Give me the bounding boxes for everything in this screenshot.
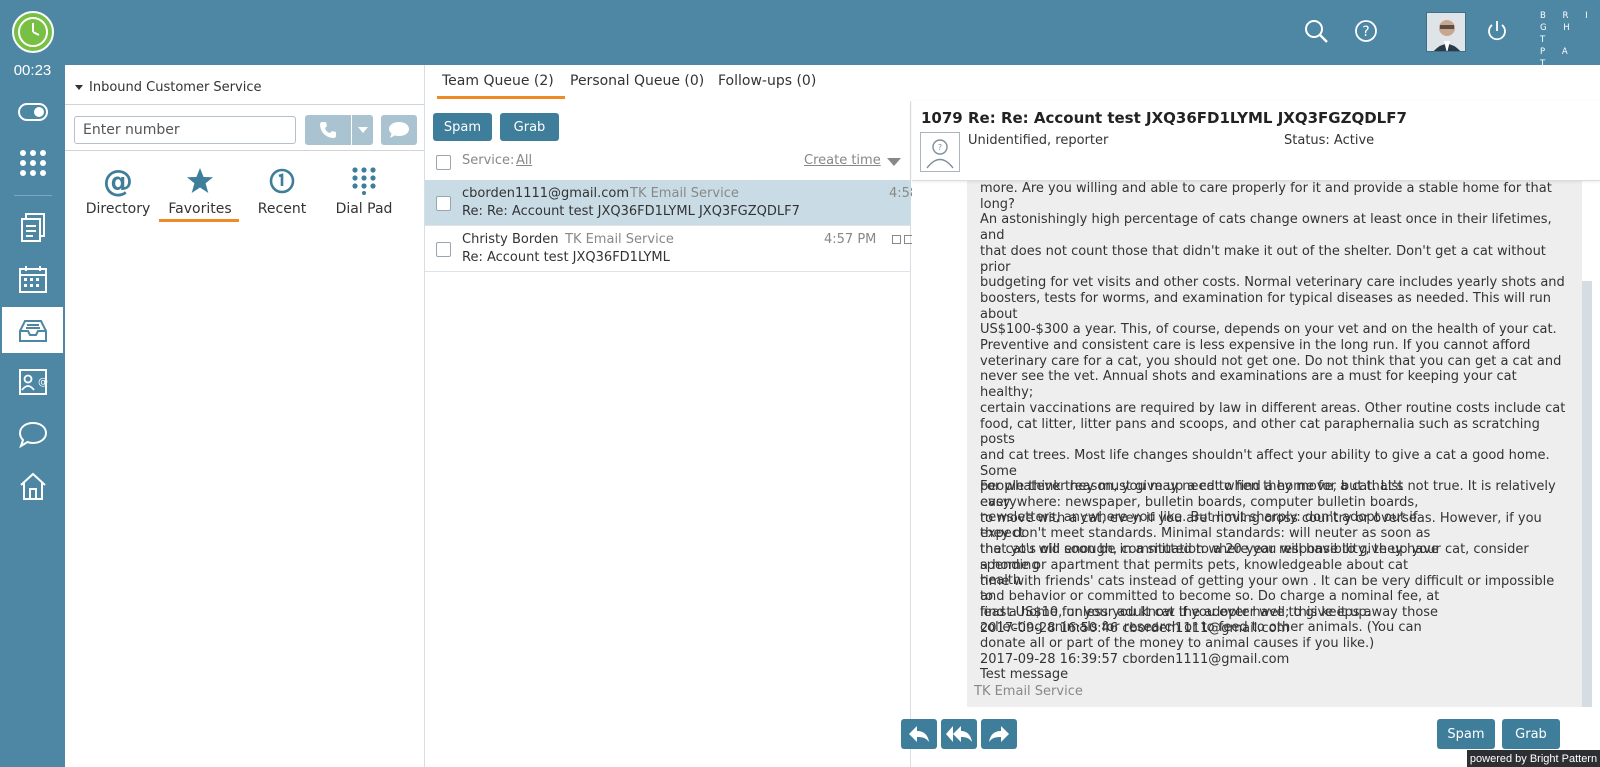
grab-button[interactable]: Grab [500, 113, 559, 141]
svg-text:@: @ [38, 377, 48, 388]
row-time: 4:57 PM [824, 232, 877, 247]
home-icon[interactable] [2, 463, 63, 509]
directory-panel: Inbound Customer Service @ Directory Fav… [65, 65, 425, 767]
detail-grab-button[interactable]: Grab [1502, 719, 1560, 749]
svg-text:?: ? [1362, 24, 1369, 40]
reports-icon[interactable] [2, 205, 63, 251]
help-icon[interactable]: ? [1349, 14, 1383, 48]
brand-line: B R I [1540, 11, 1595, 21]
scrollbar[interactable] [1582, 281, 1592, 707]
message-body: more. Are you willing and able to care p… [967, 181, 1582, 707]
reply-button[interactable] [901, 719, 937, 749]
recent-icon [237, 165, 327, 197]
row-from: Christy Borden [462, 232, 559, 247]
reply-icon [909, 726, 929, 742]
service-filter-label: Service: [462, 153, 515, 168]
tab-follow-ups[interactable]: Follow-ups (0) [718, 73, 816, 89]
svg-text:?: ? [938, 143, 942, 152]
calendar-icon[interactable] [2, 256, 63, 302]
brand-line: G H T [1540, 23, 1577, 45]
chevron-down-icon [357, 127, 368, 133]
power-icon[interactable] [1480, 14, 1514, 48]
select-all-checkbox[interactable] [436, 155, 451, 170]
service-signature: TK Email Service [974, 684, 1083, 699]
clock-icon[interactable] [12, 11, 54, 53]
row-subject: Re: Re: Account test JXQ36FD1LYML JXQ3FG… [462, 204, 800, 219]
start-chat-button[interactable] [381, 115, 417, 145]
detail-spam-button[interactable]: Spam [1437, 719, 1495, 749]
service-name: Inbound Customer Service [89, 79, 262, 95]
row-service: TK Email Service [565, 232, 674, 247]
detail-subject: Re: Re: Account test JXQ36FD1LYML JXQ3FG… [968, 109, 1407, 127]
caret-down-icon [75, 84, 83, 90]
reply-all-icon [946, 726, 972, 742]
list-item[interactable]: cborden1111@gmail.com TK Email Service 4… [425, 180, 918, 226]
inbox-icon[interactable] [2, 307, 63, 353]
row-service: TK Email Service [630, 186, 739, 201]
case-number: 1079 [921, 109, 963, 127]
queue-list-panel: Spam Grab Service: All Create time cbord… [425, 101, 918, 767]
search-icon[interactable] [1299, 14, 1333, 48]
reporter-name: Unidentified, reporter [968, 133, 1109, 148]
unknown-contact-icon[interactable]: ? [920, 132, 960, 172]
message-text: For whatever reason, you may need to fin… [980, 479, 1440, 683]
row-subject: Re: Account test JXQ36FD1LYML [462, 250, 670, 265]
app-window: ? B R I G H T P A T T E R N 00:23 @ Inbo… [0, 0, 1600, 767]
tab-favorites[interactable]: Favorites [155, 165, 245, 225]
tab-dial-pad[interactable]: Dial Pad [319, 165, 409, 225]
tab-team-queue[interactable]: Team Queue (2) [442, 73, 554, 89]
apps-grid-icon[interactable] [2, 140, 63, 186]
toggle-icon[interactable] [2, 89, 63, 135]
forward-icon [989, 726, 1009, 742]
status-marker-icon [892, 235, 901, 244]
number-input[interactable] [74, 116, 296, 144]
forward-button[interactable] [981, 719, 1017, 749]
spam-button[interactable]: Spam [433, 113, 492, 141]
tab-recent[interactable]: Recent [237, 165, 327, 225]
row-from: cborden1111@gmail.com [462, 186, 630, 201]
sort-by-create-time[interactable]: Create time [804, 153, 881, 168]
rail-divider [14, 195, 52, 196]
email-detail-panel: 1079 Re: Re: Account test JXQ36FD1LYML J… [901, 101, 1600, 767]
service-selector[interactable]: Inbound Customer Service [75, 75, 261, 99]
left-rail: 00:23 @ [0, 0, 65, 767]
divider [65, 104, 424, 105]
tab-directory-label: Directory [85, 201, 151, 217]
service-filter-value[interactable]: All [516, 153, 532, 168]
tab-favorites-label: Favorites [168, 201, 232, 217]
top-bar: ? B R I G H T P A T T E R N [0, 0, 1600, 93]
powered-by-badge: powered by Bright Pattern [1467, 750, 1600, 767]
status-text: Status: Active [1284, 133, 1375, 148]
chat-icon[interactable] [2, 411, 63, 457]
tab-directory[interactable]: @ Directory [73, 163, 163, 225]
session-timer: 00:23 [13, 62, 52, 79]
avatar[interactable] [1426, 12, 1466, 52]
queue-tabs: Team Queue (2) Personal Queue (0) Follow… [425, 65, 1600, 101]
list-item[interactable]: Christy Borden TK Email Service 4:57 PM … [425, 226, 913, 272]
call-button[interactable] [305, 115, 351, 145]
star-icon [155, 165, 245, 197]
at-icon: @ [103, 163, 133, 199]
sort-caret-icon[interactable] [887, 158, 901, 166]
active-queue-tab-indicator [437, 96, 565, 99]
active-tab-indicator [159, 219, 239, 222]
tab-personal-queue[interactable]: Personal Queue (0) [570, 73, 704, 89]
row-checkbox[interactable] [436, 242, 451, 257]
row-checkbox[interactable] [436, 196, 451, 211]
tab-dial-pad-label: Dial Pad [335, 201, 393, 217]
call-options-button[interactable] [352, 115, 373, 145]
detail-header: 1079 Re: Re: Account test JXQ36FD1LYML J… [912, 101, 1600, 181]
reply-all-button[interactable] [941, 719, 977, 749]
dialpad-icon [319, 165, 409, 197]
contacts-icon[interactable]: @ [2, 359, 63, 405]
tab-recent-label: Recent [257, 201, 307, 217]
divider [65, 150, 424, 151]
